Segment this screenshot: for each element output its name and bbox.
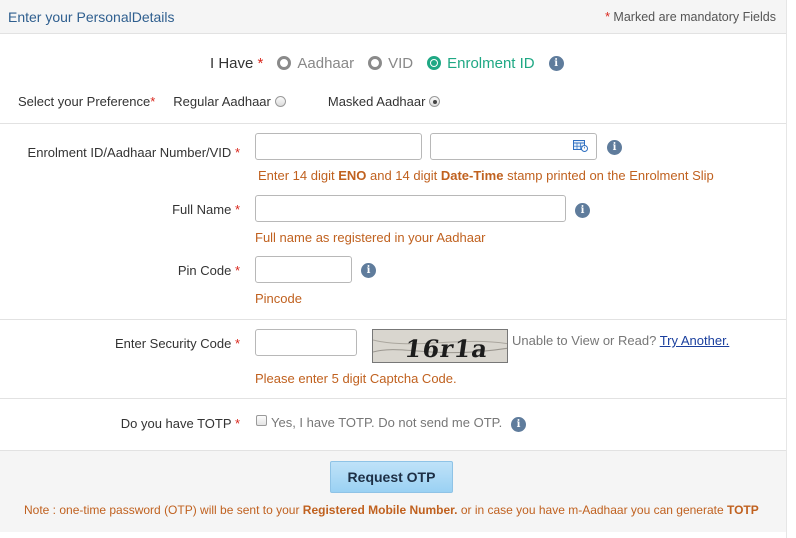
- full-name-input[interactable]: [255, 195, 566, 222]
- pin-code-label: Pin Code *: [177, 263, 240, 278]
- pin-code-info-icon[interactable]: i: [361, 263, 376, 278]
- enrolment-id-info-icon[interactable]: i: [607, 140, 622, 155]
- radio-aadhaar[interactable]: Aadhaar: [277, 55, 354, 72]
- radio-masked-aadhaar[interactable]: Masked Aadhaar: [328, 94, 441, 109]
- id-type-label: I Have *: [210, 54, 264, 72]
- radio-aadhaar-indicator[interactable]: [277, 56, 292, 70]
- section-title: Enter your PersonalDetails: [8, 9, 175, 25]
- preference-label: Select your Preference*: [18, 93, 156, 109]
- security-code-input[interactable]: [255, 329, 357, 356]
- totp-info-icon[interactable]: i: [511, 417, 526, 432]
- captcha-text: 16r1a: [402, 334, 491, 363]
- captcha-help: Unable to View or Read? Try Another.: [512, 333, 730, 348]
- id-type-selector: I Have * Aadhaar VID Enrolment ID i: [210, 53, 564, 73]
- full-name-info-icon[interactable]: i: [575, 203, 590, 218]
- totp-label: Do you have TOTP *: [120, 416, 240, 431]
- totp-checkbox-label[interactable]: Yes, I have TOTP. Do not send me OTP.: [271, 415, 502, 430]
- calendar-icon[interactable]: [573, 140, 588, 152]
- enrolment-id-label: Enrolment ID/Aadhaar Number/VID *: [27, 145, 240, 160]
- radio-regular-aadhaar[interactable]: Regular Aadhaar: [173, 94, 286, 109]
- radio-vid-indicator[interactable]: [368, 56, 383, 70]
- date-time-input[interactable]: [430, 133, 597, 160]
- page-right-border: [786, 0, 787, 538]
- divider: [0, 123, 786, 124]
- full-name-hint: Full name as registered in your Aadhaar: [255, 230, 486, 245]
- divider: [0, 398, 786, 399]
- full-name-label: Full Name *: [172, 202, 240, 217]
- radio-enrolment-id-indicator[interactable]: [427, 56, 442, 70]
- radio-regular-aadhaar-indicator[interactable]: [274, 95, 286, 107]
- security-code-label: Enter Security Code *: [114, 336, 240, 351]
- id-type-info-icon[interactable]: i: [548, 55, 564, 71]
- try-another-link[interactable]: Try Another.: [660, 333, 730, 348]
- radio-masked-aadhaar-indicator[interactable]: [429, 95, 441, 107]
- divider: [0, 319, 786, 320]
- request-otp-button[interactable]: Request OTP: [330, 461, 453, 493]
- security-code-hint: Please enter 5 digit Captcha Code.: [255, 371, 457, 386]
- otp-note: Note : one-time password (OTP) will be s…: [24, 503, 759, 517]
- captcha-image: 16r1a: [372, 329, 508, 363]
- radio-vid[interactable]: VID: [368, 55, 413, 72]
- pin-code-hint: Pincode: [255, 291, 302, 306]
- radio-enrolment-id[interactable]: Enrolment ID: [427, 55, 535, 72]
- mandatory-note: * Marked are mandatory Fields: [605, 10, 776, 24]
- enrolment-id-hint: Enter 14 digit ENO and 14 digit Date-Tim…: [258, 168, 714, 183]
- preference-selector: Select your Preference* Regular Aadhaar …: [18, 93, 441, 109]
- totp-checkbox[interactable]: [256, 415, 267, 426]
- enrolment-id-input[interactable]: [255, 133, 422, 160]
- section-header: Enter your PersonalDetails * Marked are …: [0, 0, 786, 34]
- pin-code-input[interactable]: [255, 256, 352, 283]
